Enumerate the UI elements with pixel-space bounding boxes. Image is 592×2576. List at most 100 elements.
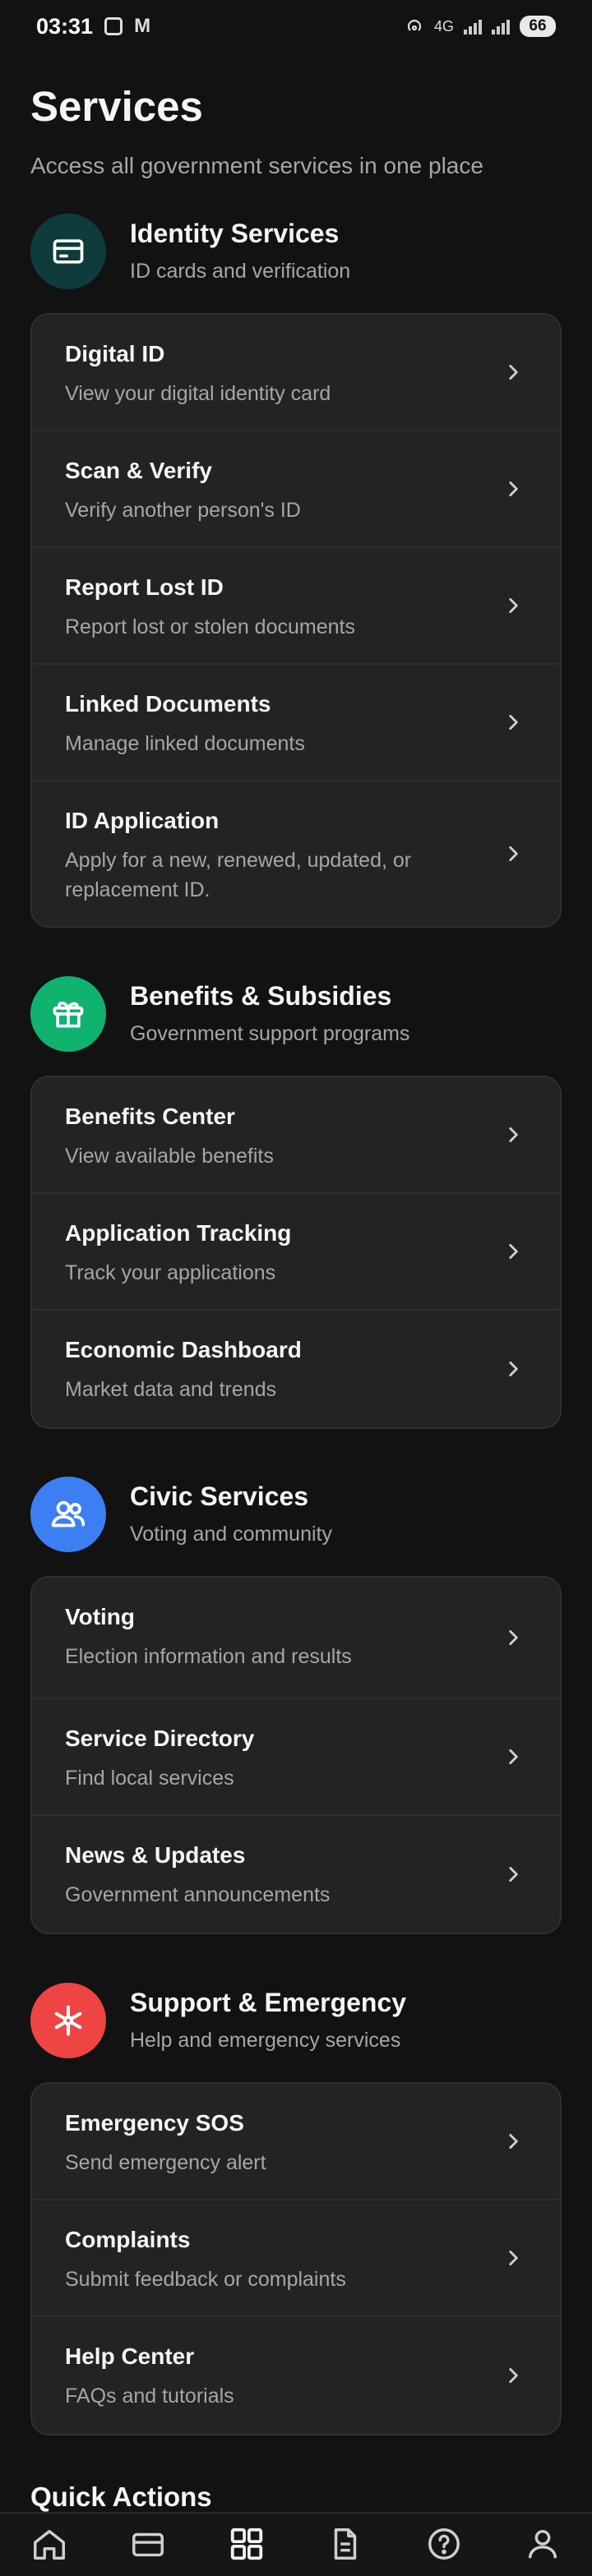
service-row-id-application[interactable]: ID Application Apply for a new, renewed,… [32, 781, 560, 926]
help-icon [428, 2528, 460, 2560]
section-title: Benefits & Subsidies [130, 981, 392, 1011]
section-subtitle: Help and emergency services [130, 2029, 401, 2052]
chevron-right-icon [509, 846, 518, 861]
chevron-right-icon [509, 1244, 518, 1259]
service-row-emergency-sos[interactable]: Emergency SOS Send emergency alert [32, 2084, 560, 2200]
row-title: Report Lost ID [65, 574, 224, 600]
row-desc: Find local services [65, 1767, 234, 1790]
row-title: Complaints [65, 2227, 191, 2252]
gmail-icon: M [134, 15, 151, 37]
section-title: Identity Services [130, 219, 340, 248]
quick-actions-heading: Quick Actions [30, 2482, 212, 2512]
row-title: ID Application [65, 808, 220, 833]
chevron-right-icon [509, 2134, 518, 2149]
section-title: Support & Emergency [130, 1988, 407, 2017]
service-row-linked-documents[interactable]: Linked Documents Manage linked documents [32, 665, 560, 781]
row-desc: Market data and trends [65, 1378, 277, 1401]
service-row-economic-dashboard[interactable]: Economic Dashboard Market data and trend… [32, 1311, 560, 1427]
home-icon [34, 2529, 65, 2560]
page-title: Services [30, 83, 203, 130]
row-desc: View your digital identity card [65, 382, 331, 405]
service-row-report-lost-id[interactable]: Report Lost ID Report lost or stolen doc… [32, 548, 560, 665]
row-desc: Submit feedback or complaints [65, 2268, 346, 2291]
row-desc: Report lost or stolen documents [65, 615, 355, 638]
row-title: Application Tracking [65, 1220, 292, 1246]
service-row-scan-verify[interactable]: Scan & Verify Verify another person's ID [32, 431, 560, 548]
chevron-right-icon [509, 715, 518, 730]
nav-help[interactable] [419, 2525, 469, 2574]
service-row-help-center[interactable]: Help Center FAQs and tutorials [32, 2317, 560, 2434]
row-title: Linked Documents [65, 691, 271, 717]
bottom-nav [0, 2512, 592, 2576]
section-subtitle: Voting and community [130, 1523, 332, 1546]
nav-profile[interactable] [518, 2525, 567, 2574]
service-row-digital-id[interactable]: Digital ID View your digital identity ca… [32, 315, 560, 431]
status-bar: 03:31 M 4G 66 [0, 0, 592, 53]
section-subtitle: Government support programs [130, 1022, 410, 1045]
chevron-right-icon [509, 482, 518, 496]
service-row-complaints[interactable]: Complaints Submit feedback or complaints [32, 2200, 560, 2317]
service-row-news-updates[interactable]: News & Updates Government announcements [32, 1816, 560, 1933]
profile-icon [528, 2529, 557, 2559]
row-desc: Election information and results [65, 1645, 352, 1668]
chevron-right-icon [509, 2251, 518, 2265]
service-row-benefits-center[interactable]: Benefits Center View available benefits [32, 1077, 560, 1194]
service-row-service-directory[interactable]: Service Directory Find local services [32, 1699, 560, 1816]
row-desc: FAQs and tutorials [65, 2385, 234, 2408]
status-time: 03:31 [36, 13, 94, 39]
row-title: News & Updates [65, 1842, 246, 1868]
row-desc: Government announcements [65, 1883, 331, 1906]
row-title: Economic Dashboard [65, 1337, 302, 1362]
page-subtitle: Access all government services in one pl… [30, 153, 483, 178]
row-desc: View available benefits [65, 1145, 274, 1168]
row-title: Help Center [65, 2343, 195, 2369]
chevron-right-icon [509, 365, 518, 380]
section-subtitle: ID cards and verification [130, 260, 351, 283]
screen-record-icon [104, 17, 123, 35]
card-icon [132, 2532, 164, 2557]
section-header-civic: Civic Services Voting and community [30, 1477, 562, 1552]
row-title: Scan & Verify [65, 458, 212, 483]
document-icon [334, 2528, 357, 2560]
chevron-right-icon [509, 598, 518, 613]
signal-icon-2 [492, 18, 510, 35]
section-header-support: Support & Emergency Help and emergency s… [30, 1983, 562, 2058]
nav-card[interactable] [123, 2525, 173, 2574]
nav-documents[interactable] [321, 2525, 370, 2574]
row-desc: Verify another person's ID [65, 499, 301, 522]
network-type: 4G [433, 17, 454, 35]
row-desc: Apply for a new, renewed, updated, or re… [65, 849, 412, 901]
row-title: Digital ID [65, 341, 165, 366]
asterisk-icon [30, 1983, 106, 2058]
civic-services-card: Voting Election information and results … [30, 1576, 562, 1934]
identity-services-card: Digital ID View your digital identity ca… [30, 313, 562, 928]
service-row-voting[interactable]: Voting Election information and results [32, 1578, 560, 1699]
section-title: Civic Services [130, 1482, 309, 1511]
id-card-icon [30, 214, 106, 289]
chevron-right-icon [509, 1749, 518, 1764]
nav-services[interactable] [222, 2525, 271, 2574]
users-icon [30, 1477, 106, 1552]
chevron-right-icon [509, 1362, 518, 1376]
benefits-subsidies-card: Benefits Center View available benefits … [30, 1076, 562, 1429]
hotspot-icon [407, 20, 422, 31]
chevron-right-icon [509, 1630, 518, 1645]
row-desc: Manage linked documents [65, 732, 305, 755]
gift-icon [30, 976, 106, 1052]
section-header-benefits: Benefits & Subsidies Government support … [30, 976, 562, 1052]
nav-home[interactable] [25, 2525, 74, 2574]
battery-indicator: 66 [520, 16, 556, 37]
row-title: Voting [65, 1604, 136, 1629]
signal-icon [464, 18, 482, 35]
row-title: Emergency SOS [65, 2110, 244, 2136]
row-desc: Send emergency alert [65, 2151, 266, 2174]
row-title: Service Directory [65, 1726, 255, 1751]
service-row-application-tracking[interactable]: Application Tracking Track your applicat… [32, 1194, 560, 1311]
section-header-identity: Identity Services ID cards and verificat… [30, 214, 562, 289]
support-emergency-card: Emergency SOS Send emergency alert Compl… [30, 2082, 562, 2435]
grid-icon [230, 2528, 263, 2560]
chevron-right-icon [509, 2368, 518, 2383]
row-title: Benefits Center [65, 1104, 235, 1129]
row-desc: Track your applications [65, 1261, 276, 1284]
chevron-right-icon [509, 1127, 518, 1142]
